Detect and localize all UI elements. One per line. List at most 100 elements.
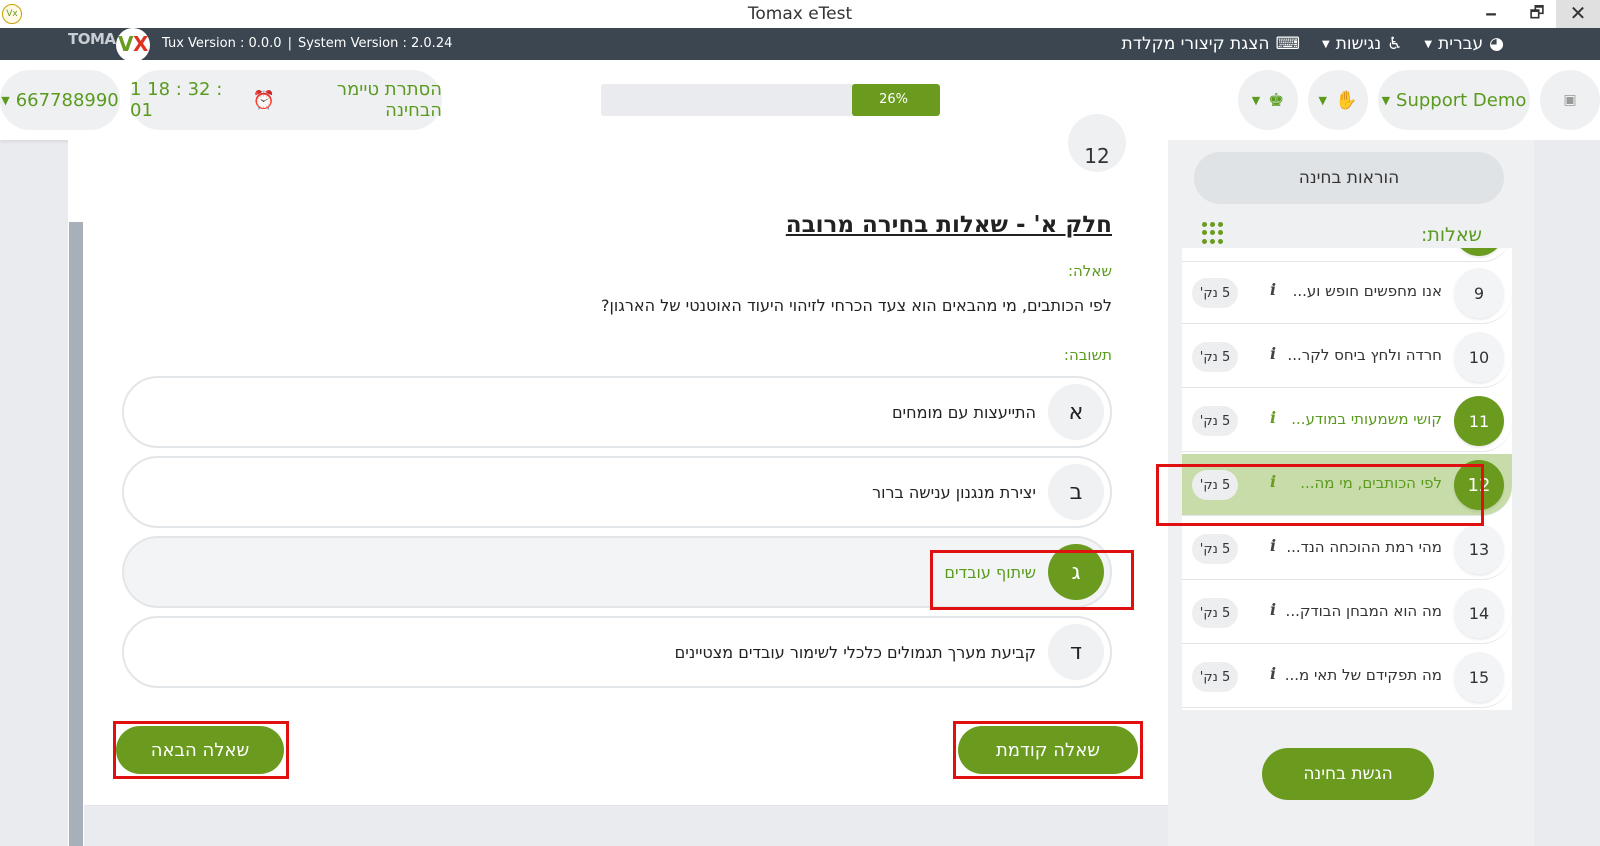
part-title: חלק א' - שאלות בחירה מרובה <box>785 212 1112 238</box>
support-label: Support Demo <box>1396 89 1527 111</box>
hide-timer-label: הסתרת טיימר הבחינה <box>336 79 442 121</box>
timer-value: 1 18 : 32 : 01 <box>130 79 223 121</box>
annotation-box-next-button <box>113 721 289 779</box>
progress-label: 26% <box>879 92 908 107</box>
option-letter: ב <box>1048 464 1104 520</box>
logo-x: X <box>133 32 148 56</box>
version-separator: | <box>287 36 292 51</box>
question-row[interactable]: 11 קושי משמעותי במודע... i 5 נק' <box>1182 390 1512 452</box>
user-avatar[interactable]: ▣ <box>1540 70 1600 130</box>
logo-icon: VX <box>116 28 150 62</box>
question-row[interactable]: 15 מה תפקידם של תאי מ... i 5 נק' <box>1182 646 1512 708</box>
question-text: לפי הכותבים, מי מהבאים הוא צעד הכרחי לזי… <box>601 296 1112 315</box>
maximize-icon[interactable]: 🗗 <box>1514 0 1560 28</box>
info-icon[interactable]: i <box>1270 600 1276 619</box>
chevron-down-icon: ▼ <box>1251 93 1261 107</box>
progress-bar: 26% <box>601 84 940 116</box>
option-letter: א <box>1048 384 1104 440</box>
alarm-clock-icon: ⏰ <box>252 89 276 111</box>
info-icon[interactable]: i <box>1270 344 1276 363</box>
question-number: 14 <box>1454 588 1504 638</box>
left-scroll-strip <box>68 140 84 846</box>
exam-header: ▼ 667788990 הסתרת טיימר הבחינה ⏰ 1 18 : … <box>0 60 1600 140</box>
question-row[interactable]: 9 אנו מחפשים חופש וע... i 5 נק' <box>1182 262 1512 324</box>
question-preview: מה תפקידם של תאי מ... <box>1284 666 1442 684</box>
right-margin <box>1534 140 1600 846</box>
keyboard-icon: ⌨ <box>1275 34 1300 54</box>
exam-instructions-button[interactable]: הוראות בחינה <box>1194 152 1504 204</box>
chevron-down-icon: ▼ <box>1424 38 1433 50</box>
tux-version: Tux Version : 0.0.0 <box>162 36 282 51</box>
question-preview: חרדה ולחץ ביחס לקר... <box>1287 346 1442 364</box>
option-letter: ד <box>1048 624 1104 680</box>
close-icon[interactable]: ✕ <box>1556 0 1600 28</box>
globe-icon: ◕ <box>1489 34 1504 54</box>
submit-exam-button[interactable]: הגשת בחינה <box>1262 748 1434 800</box>
accessibility-icon: ♿ <box>1387 34 1403 54</box>
question-number: 15 <box>1454 652 1504 702</box>
language-label: עברית <box>1438 34 1484 54</box>
answer-option-4[interactable]: ד קביעת מערך תגמולים כלכלי לשימור עובדים… <box>122 616 1112 688</box>
timer-pill[interactable]: הסתרת טיימר הבחינה ⏰ 1 18 : 32 : 01 <box>130 70 442 130</box>
option-text: יצירת מנגנון ענישה ברור <box>872 482 1036 502</box>
system-version: System Version : 2.0.24 <box>297 36 453 51</box>
question-panel: 12 חלק א' - שאלות בחירה מרובה שאלה: לפי … <box>84 114 1168 806</box>
chevron-down-icon: ▼ <box>1 93 10 107</box>
question-row-partial[interactable] <box>1182 248 1512 262</box>
accessibility-menu[interactable]: ♿ נגישות ▼ <box>1322 34 1402 54</box>
chevron-down-icon: ▼ <box>1318 93 1328 107</box>
question-number: 9 <box>1454 268 1504 318</box>
annotation-box-prev-button <box>953 721 1143 779</box>
points-badge: 5 נק' <box>1192 342 1238 372</box>
accessibility-label: נגישות <box>1335 34 1382 54</box>
question-number-badge: 12 <box>1068 114 1126 172</box>
questions-sidebar: הוראות בחינה שאלות: 9 אנו מחפשים חופש וע… <box>1156 140 1534 846</box>
proctor-icon: ♚ <box>1268 89 1285 111</box>
question-row[interactable]: 14 מה הוא המבחן הבודק... i 5 נק' <box>1182 582 1512 644</box>
logo-v: V <box>118 32 134 56</box>
support-demo-dropdown[interactable]: ▼ Support Demo <box>1378 70 1530 130</box>
raise-hand-button[interactable]: ▼ ✋ <box>1308 70 1368 130</box>
question-row[interactable]: 13 מהי רמת ההוכחה הנד... i 5 נק' <box>1182 518 1512 580</box>
version-info: Tux Version : 0.0.0 | System Version : 2.0… <box>162 36 452 51</box>
points-badge: 5 נק' <box>1192 534 1238 564</box>
question-preview: אנו מחפשים חופש וע... <box>1292 282 1442 300</box>
annotation-box-current-question <box>1156 464 1484 526</box>
shortcuts-button[interactable]: ⌨ הצגת קיצורי מקלדת <box>1122 34 1300 54</box>
top-menu: ◕ עברית ▼ ♿ נגישות ▼ ⌨ הצגת קיצורי מקלדת <box>1122 34 1504 54</box>
info-icon[interactable]: i <box>1270 280 1276 299</box>
points-badge: 5 נק' <box>1192 406 1238 436</box>
info-icon[interactable]: i <box>1270 536 1276 555</box>
answer-option-1[interactable]: א התייעצות עם מומחים <box>122 376 1112 448</box>
window-titlebar: Vx Tomax eTest 🗕 🗗 ✕ <box>0 0 1600 28</box>
student-id: 667788990 <box>15 89 119 111</box>
language-menu[interactable]: ◕ עברית ▼ <box>1424 34 1504 54</box>
points-badge: 5 נק' <box>1192 278 1238 308</box>
question-number: 13 <box>1454 524 1504 574</box>
proctor-button[interactable]: ▼ ♚ <box>1238 70 1298 130</box>
question-preview: מה הוא המבחן הבודק... <box>1285 602 1442 620</box>
divider <box>84 805 1168 806</box>
question-row[interactable]: 10 חרדה ולחץ ביחס לקר... i 5 נק' <box>1182 326 1512 388</box>
student-id-dropdown[interactable]: ▼ 667788990 <box>0 70 120 130</box>
raise-hand-icon: ✋ <box>1335 89 1358 111</box>
left-scrollbar[interactable] <box>69 222 83 846</box>
answer-label: תשובה: <box>1063 346 1112 364</box>
minimize-icon[interactable]: 🗕 <box>1468 0 1514 28</box>
question-number <box>1454 248 1504 256</box>
shortcuts-label: הצגת קיצורי מקלדת <box>1121 34 1270 54</box>
info-icon[interactable]: i <box>1270 664 1276 683</box>
question-number: 11 <box>1454 396 1504 446</box>
brand-text: TOMA <box>68 30 116 48</box>
brand-logo: TOMA VX ✓ <box>68 28 195 82</box>
option-text: התייעצות עם מומחים <box>891 402 1036 422</box>
window-title: Tomax eTest <box>747 4 853 24</box>
grid-view-icon[interactable] <box>1202 222 1224 244</box>
broken-image-icon: ▣ <box>1563 92 1577 108</box>
answer-option-2[interactable]: ב יצירת מנגנון ענישה ברור <box>122 456 1112 528</box>
info-icon[interactable]: i <box>1270 408 1276 427</box>
chevron-down-icon: ▼ <box>1321 38 1330 50</box>
questions-label: שאלות: <box>1420 224 1482 246</box>
chevron-down-icon: ▼ <box>1381 93 1391 107</box>
annotation-box-selected-option <box>930 550 1134 610</box>
